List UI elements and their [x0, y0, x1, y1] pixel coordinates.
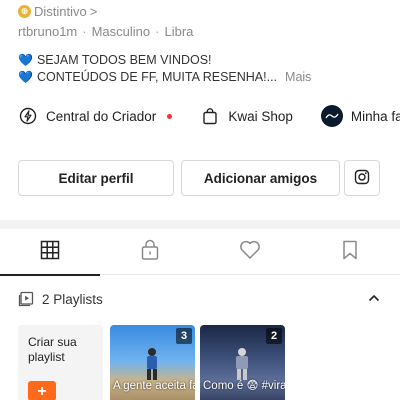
edit-profile-button[interactable]: Editar perfil: [18, 160, 174, 196]
tab-saved[interactable]: [300, 229, 400, 275]
badge-link[interactable]: ⊕ Distintivo >: [18, 4, 97, 19]
playlists-count-label: 2 Playlists: [42, 291, 103, 307]
chevron-right-icon: >: [89, 4, 98, 19]
tab-private[interactable]: [100, 229, 200, 275]
lock-icon: [140, 239, 160, 266]
playlist-card[interactable]: 2 Como é 😨 #viralize #Fre: [200, 325, 285, 400]
instagram-button[interactable]: [344, 160, 380, 196]
instagram-icon: [354, 169, 370, 188]
heart-icon: [239, 240, 261, 265]
playlists-header[interactable]: 2 Playlists: [18, 290, 382, 308]
meta-separator: ·: [155, 24, 160, 39]
bio-line: 💙 CONTEÚDOS DE FF, MUITA RESENHA!... Mai…: [18, 69, 311, 86]
username: rtbruno1m: [18, 24, 78, 39]
bio-line: 💙 SEJAM TODOS BEM VINDOS!: [18, 52, 311, 69]
kwai-shop-link[interactable]: Kwai Shop: [200, 106, 293, 126]
playlist-icon: [18, 291, 34, 307]
lightning-icon: [18, 106, 38, 126]
bookmark-icon: [342, 240, 358, 265]
section-divider: [0, 220, 400, 229]
blue-heart-icon: 💙: [18, 53, 33, 67]
minha-fa-link[interactable]: Minha fa: [320, 105, 400, 127]
create-playlist-card[interactable]: Criar sua playlist +: [18, 325, 103, 400]
creator-center-label: Central do Criador: [46, 108, 157, 124]
kwai-shop-label: Kwai Shop: [228, 108, 293, 124]
shopping-bag-icon: [200, 106, 220, 126]
playlist-video-count: 3: [176, 328, 192, 344]
bio-more-link[interactable]: Mais: [285, 69, 311, 86]
zodiac-sign: Libra: [164, 24, 194, 39]
tab-likes[interactable]: [200, 229, 300, 275]
playlist-title: Como é 😨 #viralize #Fre: [203, 380, 285, 392]
grid-icon: [40, 240, 60, 265]
playlist-video-count: 2: [266, 328, 282, 344]
add-friends-button[interactable]: Adicionar amigos: [181, 160, 340, 196]
playlist-card[interactable]: 3 A gente aceita fazfir: [110, 325, 195, 400]
fan-club-logo-icon: [320, 105, 343, 127]
chevron-up-icon[interactable]: [366, 290, 382, 306]
badge-label: Distintivo: [34, 4, 87, 19]
meta-separator: ·: [82, 24, 87, 39]
profile-meta: rtbruno1m · Masculino · Libra: [18, 24, 193, 39]
create-playlist-label: Criar sua playlist: [28, 335, 77, 364]
creator-center-link[interactable]: Central do Criador: [18, 106, 173, 126]
blue-heart-icon: 💙: [18, 70, 33, 84]
content-tabs: [0, 229, 400, 276]
gender: Masculino: [91, 24, 151, 39]
add-playlist-button[interactable]: +: [28, 381, 56, 400]
tab-posts[interactable]: [0, 229, 100, 276]
active-tab-indicator: [0, 274, 100, 276]
game-character-figure: [147, 348, 157, 380]
bio: 💙 SEJAM TODOS BEM VINDOS! 💙 CONTEÚDOS DE…: [18, 52, 311, 86]
badge-icon: ⊕: [18, 5, 31, 18]
notification-dot: [167, 113, 173, 119]
bio-text: CONTEÚDOS DE FF, MUITA RESENHA!...: [36, 70, 278, 84]
minha-fa-label: Minha fa: [350, 108, 400, 124]
bio-text: SEJAM TODOS BEM VINDOS!: [36, 53, 212, 67]
playlist-title: A gente aceita fazfir: [113, 380, 195, 392]
quick-links: Central do Criador Kwai Shop Minha fa: [18, 105, 400, 127]
game-character-figure: [236, 348, 248, 380]
